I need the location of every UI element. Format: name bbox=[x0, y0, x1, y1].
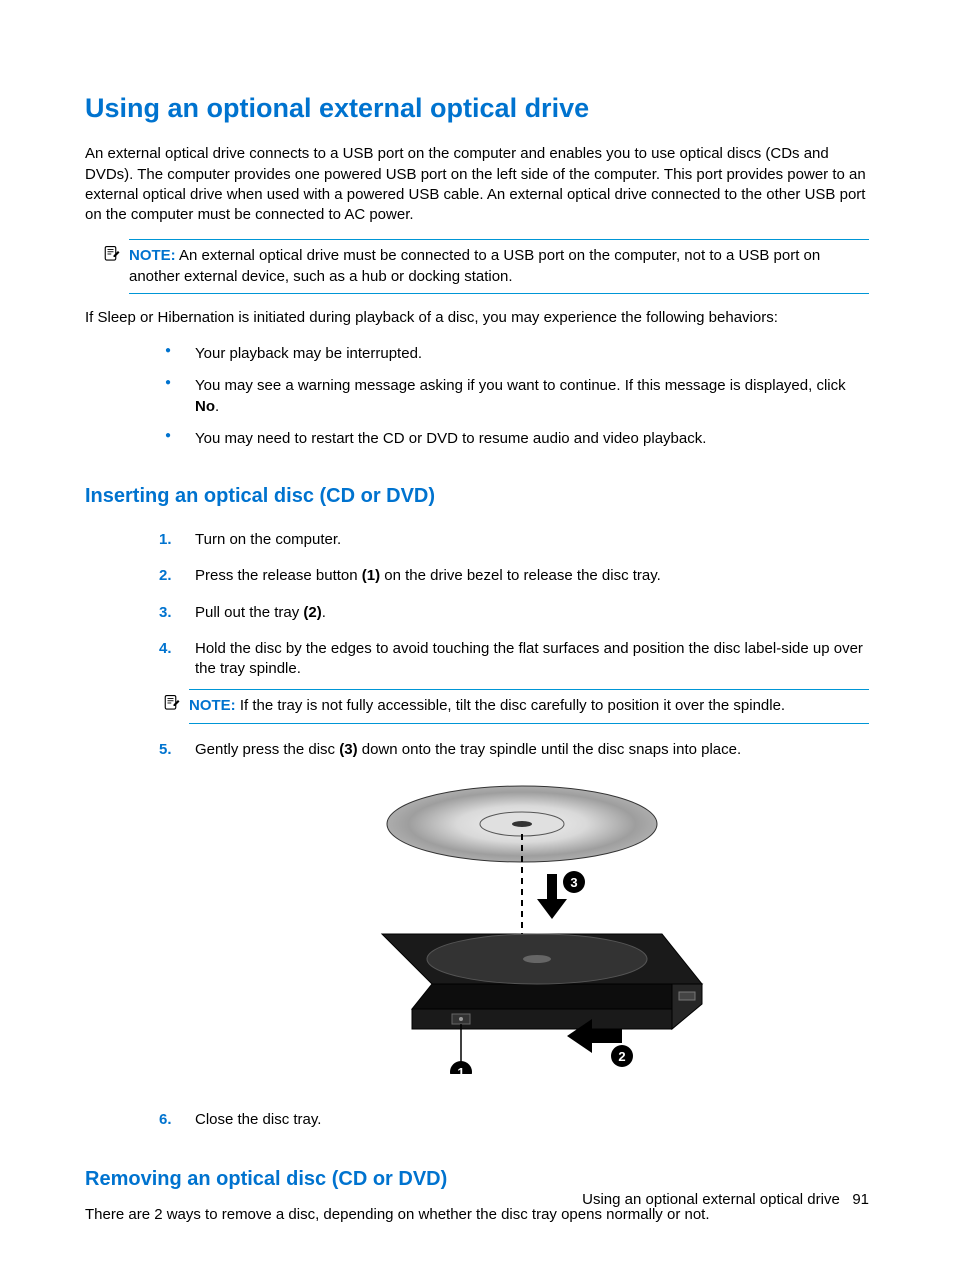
step-text: Press the release button bbox=[195, 567, 362, 584]
note-icon bbox=[163, 694, 181, 712]
note-block: NOTE: An external optical drive must be … bbox=[129, 239, 869, 294]
step-text: Gently press the disc bbox=[195, 741, 339, 758]
step-bold: (1) bbox=[362, 567, 380, 584]
step-text: on the drive bezel to release the disc t… bbox=[380, 567, 661, 584]
heading-1: Using an optional external optical drive bbox=[85, 90, 869, 126]
step-text: down onto the tray spindle until the dis… bbox=[358, 741, 742, 758]
step-note-block: NOTE: If the tray is not fully accessibl… bbox=[189, 689, 869, 723]
bullet-list: Your playback may be interrupted. You ma… bbox=[159, 338, 869, 455]
list-item: You may need to restart the CD or DVD to… bbox=[159, 423, 869, 455]
footer-page-number: 91 bbox=[852, 1191, 869, 1208]
sleep-paragraph: If Sleep or Hibernation is initiated dur… bbox=[85, 308, 869, 328]
svg-text:3: 3 bbox=[570, 875, 577, 890]
optical-drive-figure: 3 2 bbox=[195, 774, 869, 1080]
step-item: Hold the disc by the edges to avoid touc… bbox=[159, 631, 869, 732]
step-bold: (3) bbox=[339, 741, 357, 758]
step-item: Close the disc tray. bbox=[159, 1102, 869, 1138]
note-text: If the tray is not fully accessible, til… bbox=[240, 697, 785, 714]
list-item: Your playback may be interrupted. bbox=[159, 338, 869, 370]
page-footer: Using an optional external optical drive… bbox=[582, 1190, 869, 1210]
note-label: NOTE: bbox=[129, 247, 176, 264]
footer-title: Using an optional external optical drive bbox=[582, 1191, 840, 1208]
heading-2-inserting: Inserting an optical disc (CD or DVD) bbox=[85, 483, 869, 510]
step-bold: (2) bbox=[303, 604, 321, 621]
step-item: Pull out the tray (2). bbox=[159, 595, 869, 631]
optical-drive-illustration: 3 2 bbox=[352, 774, 712, 1074]
step-text: Pull out the tray bbox=[195, 604, 303, 621]
ordered-steps: Turn on the computer. Press the release … bbox=[159, 522, 869, 1138]
svg-text:1: 1 bbox=[457, 1065, 464, 1074]
step-item: Press the release button (1) on the driv… bbox=[159, 558, 869, 594]
list-text: . bbox=[215, 398, 219, 415]
step-item: Turn on the computer. bbox=[159, 522, 869, 558]
step-text: . bbox=[322, 604, 326, 621]
manual-page: Using an optional external optical drive… bbox=[0, 0, 954, 1270]
note-text: An external optical drive must be connec… bbox=[129, 247, 820, 284]
list-item: You may see a warning message asking if … bbox=[159, 370, 869, 423]
intro-paragraph: An external optical drive connects to a … bbox=[85, 144, 869, 225]
step-item: Gently press the disc (3) down onto the … bbox=[159, 732, 869, 1103]
note-label: NOTE: bbox=[189, 697, 236, 714]
note-icon bbox=[103, 245, 121, 263]
step-text: Hold the disc by the edges to avoid touc… bbox=[195, 640, 863, 677]
list-bold: No bbox=[195, 398, 215, 415]
list-text: You may see a warning message asking if … bbox=[195, 377, 846, 394]
svg-text:2: 2 bbox=[618, 1049, 625, 1064]
